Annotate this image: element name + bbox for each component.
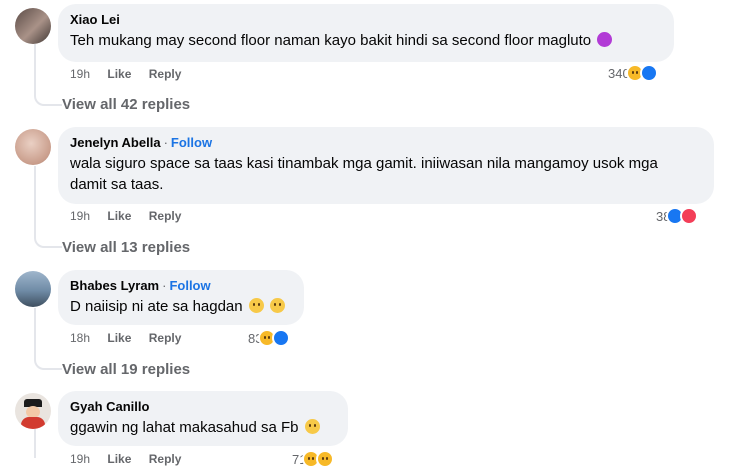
comment-time[interactable]: 19h [70, 67, 90, 81]
view-replies-link[interactable]: View all 13 replies [62, 238, 190, 258]
like-button[interactable]: Like [107, 452, 131, 466]
thread-curve [34, 356, 62, 370]
love-reaction-icon [680, 207, 699, 225]
comment-text: Teh mukang may second floor naman kayo b… [70, 32, 592, 49]
like-button[interactable]: Like [107, 67, 131, 81]
thread-line [34, 428, 36, 458]
comment-text: ggawin ng lahat makasahud sa Fb [70, 419, 299, 436]
avatar[interactable] [15, 393, 51, 429]
reaction-summary[interactable]: 71 [292, 450, 335, 468]
view-replies-link[interactable]: View all 19 replies [62, 360, 190, 380]
grinning-sweat-emoji-icon [248, 298, 264, 313]
like-button[interactable]: Like [107, 331, 131, 345]
separator-dot: · [162, 278, 167, 293]
thread-line [34, 308, 36, 358]
comment-text: D naiisip ni ate sa hagdan [70, 298, 243, 315]
comment-time[interactable]: 19h [70, 452, 90, 466]
comment-author[interactable]: Jenelyn Abella [70, 135, 161, 150]
separator-dot: · [163, 135, 168, 150]
comment-text-line: damit sa taas. [70, 176, 164, 193]
thread-curve [34, 234, 62, 248]
follow-button[interactable]: Follow [169, 278, 210, 293]
like-reaction-icon [639, 64, 658, 82]
reply-button[interactable]: Reply [149, 209, 182, 223]
avatar[interactable] [15, 271, 51, 307]
reaction-summary[interactable]: 340 [608, 64, 658, 82]
comment-time[interactable]: 18h [70, 331, 90, 345]
comment-actions: 19h Like Reply [70, 451, 195, 467]
grinning-sweat-emoji-icon [269, 298, 285, 313]
comment-actions: 18h Like Reply [70, 330, 195, 346]
reply-button[interactable]: Reply [149, 331, 182, 345]
comment-time[interactable]: 19h [70, 209, 90, 223]
pouting-face-emoji-icon [597, 32, 613, 47]
comment-author[interactable]: Xiao Lei [70, 12, 120, 27]
follow-button[interactable]: Follow [171, 135, 212, 150]
comment-bubble: Gyah Canillo ggawin ng lahat makasahud s… [58, 391, 348, 446]
comment-bubble: Jenelyn Abella · Follow wala siguro space … [58, 127, 714, 204]
reply-button[interactable]: Reply [149, 452, 182, 466]
reply-button[interactable]: Reply [149, 67, 182, 81]
comment-actions: 19h Like Reply [70, 66, 195, 82]
comment-bubble: Xiao Lei Teh mukang may second floor nam… [58, 4, 674, 62]
comment-author[interactable]: Gyah Canillo [70, 399, 149, 414]
view-replies-link[interactable]: View all 42 replies [62, 95, 190, 115]
thread-line [34, 166, 36, 236]
like-reaction-icon [272, 329, 291, 347]
comment-author[interactable]: Bhabes Lyram [70, 278, 159, 293]
reaction-summary[interactable]: 38 [656, 207, 699, 225]
avatar[interactable] [15, 129, 51, 165]
avatar-figure [21, 417, 45, 429]
smiling-face-emoji-icon [304, 419, 320, 434]
like-button[interactable]: Like [107, 209, 131, 223]
thread-curve [34, 92, 62, 106]
thread-line [34, 44, 36, 94]
haha-reaction-icon [316, 450, 335, 468]
avatar[interactable] [15, 8, 51, 44]
comment-text-line: wala siguro space sa taas kasi tinambak … [70, 155, 658, 172]
reaction-summary[interactable]: 83 [248, 329, 291, 347]
comment-bubble: Bhabes Lyram · Follow D naiisip ni ate sa … [58, 270, 304, 325]
comment-actions: 19h Like Reply [70, 208, 195, 224]
